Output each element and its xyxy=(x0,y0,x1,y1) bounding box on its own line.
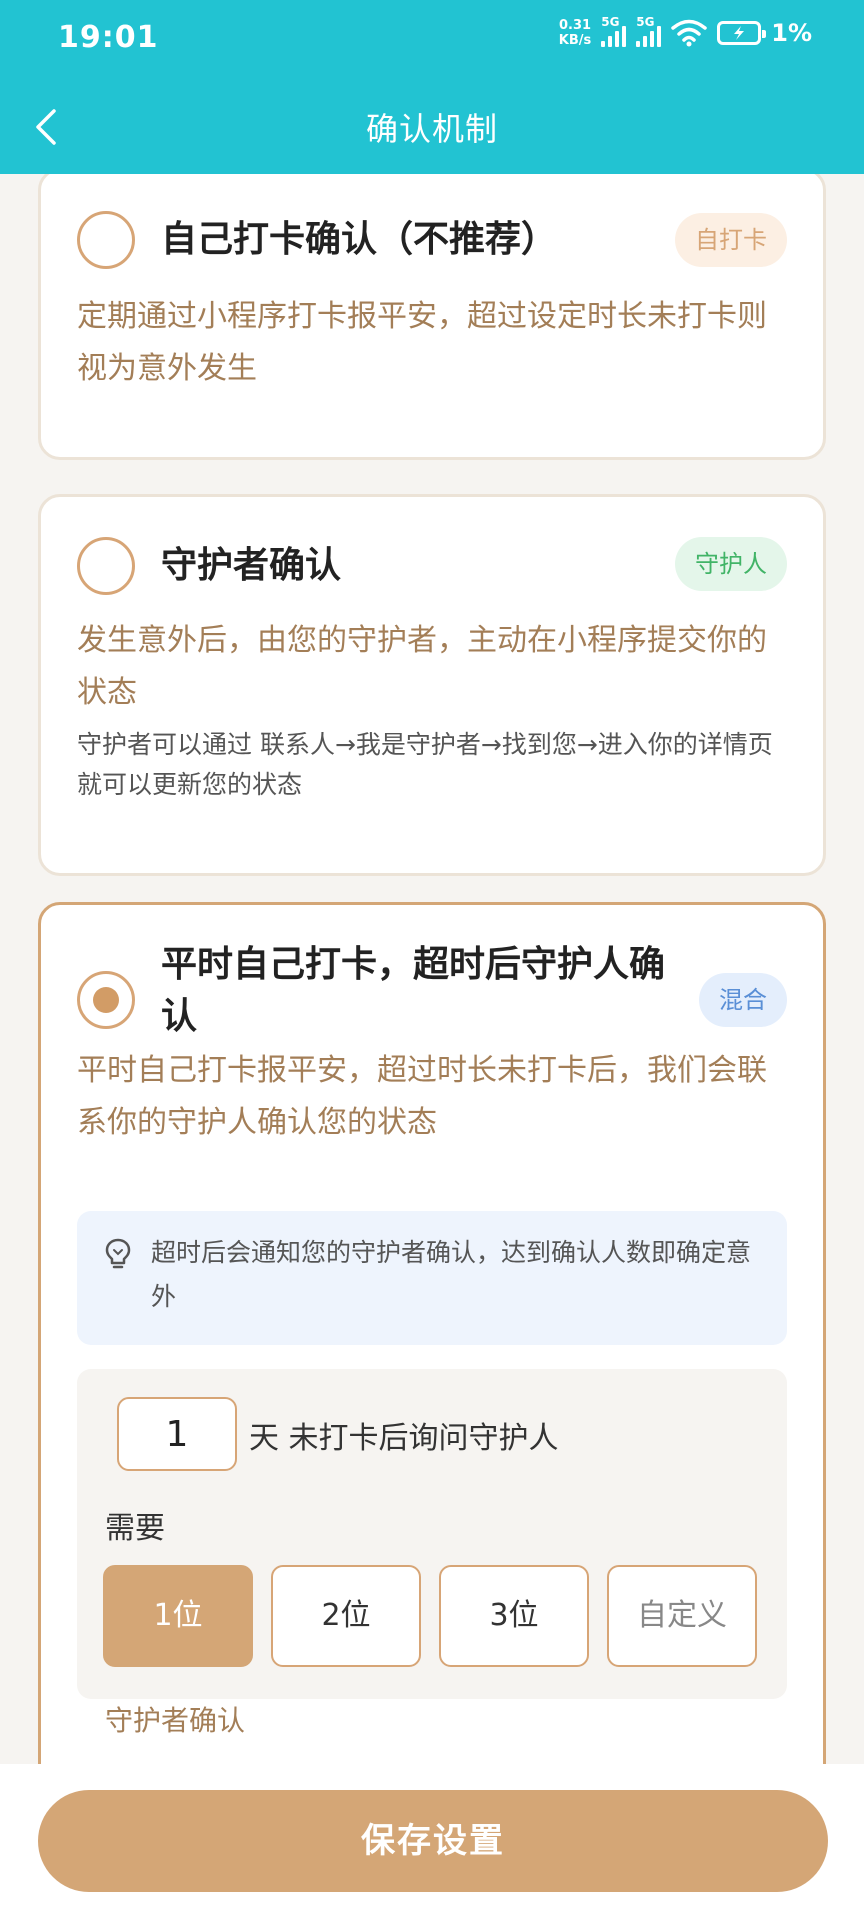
option-desc: 平时自己打卡报平安，超过时长未打卡后，我们会联系你的守护人确认您的状态 xyxy=(77,1053,767,1140)
battery-percent: 1% xyxy=(771,19,812,47)
nav-bar: 确认机制 xyxy=(0,80,864,174)
count-option-1[interactable]: 1位 xyxy=(103,1565,253,1667)
signal-icon: 5G xyxy=(601,15,627,47)
badge-guardian: 守护人 xyxy=(675,537,787,591)
lightbulb-icon xyxy=(105,1238,131,1269)
days-input[interactable] xyxy=(117,1397,237,1471)
status-icons: 0.31 KB/s 5G 5G 1% xyxy=(558,15,812,48)
days-suffix-label: 天 未打卡后询问守护人 xyxy=(249,1421,559,1456)
option-title: 自己打卡确认（不推荐） xyxy=(161,219,558,260)
tip-box: 超时后会通知您的守护者确认，达到确认人数即确定意外 xyxy=(77,1211,787,1345)
save-settings-button[interactable]: 保存设置 xyxy=(38,1790,828,1892)
option-card-self[interactable]: 自己打卡确认（不推荐） 自打卡 定期通过小程序打卡报平安，超过设定时长未打卡则视… xyxy=(38,174,826,460)
signal-icon: 5G xyxy=(636,15,662,47)
option-card-mixed[interactable]: 平时自己打卡，超时后守护人确认 混合 平时自己打卡报平安，超过时长未打卡后，我们… xyxy=(38,902,826,1764)
status-time: 19:01 xyxy=(58,20,159,55)
option-title: 平时自己打卡，超时后守护人确认 xyxy=(161,944,666,1037)
network-speed: 0.31 KB/s xyxy=(558,18,592,48)
option-title: 守护者确认 xyxy=(161,545,342,586)
option-desc: 定期通过小程序打卡报平安，超过设定时长未打卡则视为意外发生 xyxy=(77,299,767,386)
bottom-bar: 保存设置 xyxy=(0,1764,864,1920)
option-note: 守护者可以通过 联系人→我是守护者→找到您→进入你的详情页就可以更新您的状态 xyxy=(77,730,773,799)
tip-text: 超时后会通知您的守护者确认，达到确认人数即确定意外 xyxy=(151,1238,752,1311)
threshold-settings: 天 未打卡后询问守护人 需要 1位 2位 3位 自定义 守护者确认 xyxy=(77,1369,787,1737)
guardian-confirm-label: 守护者确认 xyxy=(105,1704,246,1737)
page-title: 确认机制 xyxy=(365,110,498,148)
count-option-3[interactable]: 3位 xyxy=(439,1565,589,1667)
radio-guardian[interactable] xyxy=(77,537,135,595)
radio-self[interactable] xyxy=(77,211,135,269)
badge-mixed: 混合 xyxy=(699,973,787,1027)
status-bar: 19:01 0.31 KB/s 5G 5G 1% xyxy=(0,0,864,80)
option-card-guardian[interactable]: 守护者确认 守护人 发生意外后，由您的守护者，主动在小程序提交你的状态 守护者可… xyxy=(38,494,826,876)
badge-self: 自打卡 xyxy=(675,213,787,267)
battery-icon xyxy=(717,21,767,45)
option-desc: 发生意外后，由您的守护者，主动在小程序提交你的状态 xyxy=(77,623,767,710)
wifi-icon xyxy=(671,19,707,47)
options-list[interactable]: 自己打卡确认（不推荐） 自打卡 定期通过小程序打卡报平安，超过设定时长未打卡则视… xyxy=(0,174,864,1764)
radio-mixed[interactable] xyxy=(77,971,135,1029)
count-option-custom[interactable]: 自定义 xyxy=(607,1565,757,1667)
need-label: 需要 xyxy=(105,1511,165,1546)
count-option-2[interactable]: 2位 xyxy=(271,1565,421,1667)
